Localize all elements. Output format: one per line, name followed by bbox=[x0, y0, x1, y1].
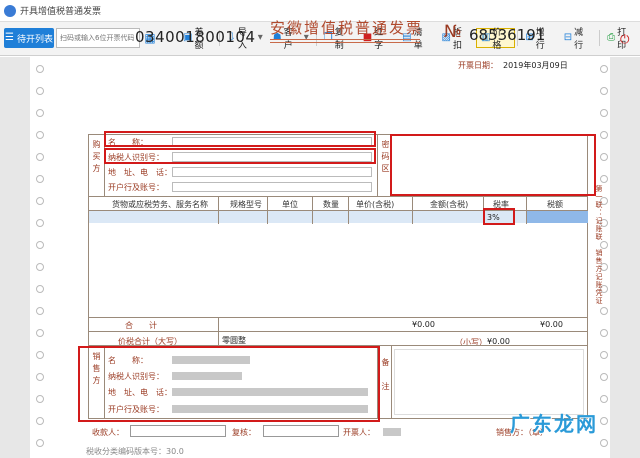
remove-row-icon: ⊟ bbox=[563, 32, 573, 43]
highlight-buyer-taxid bbox=[104, 148, 376, 164]
total-label: 合 计 bbox=[125, 321, 157, 330]
col-unit: 单位 bbox=[282, 200, 298, 209]
tractor-hole bbox=[600, 395, 608, 403]
payee-input[interactable] bbox=[130, 425, 226, 437]
toolbar-divider bbox=[599, 30, 601, 46]
tractor-hole bbox=[36, 307, 44, 315]
tax-code-version: 税收分类编码版本号：30.0 bbox=[86, 447, 184, 456]
col-spec: 规格型号 bbox=[230, 200, 262, 209]
list-icon: ☰ bbox=[5, 32, 14, 43]
divider bbox=[88, 331, 588, 332]
invoice-code: 034001800104 bbox=[135, 28, 256, 46]
buyer-section-label: 购买方 bbox=[92, 140, 101, 176]
tractor-hole bbox=[600, 307, 608, 315]
buyer-address-input[interactable] bbox=[172, 167, 372, 177]
tractor-hole bbox=[36, 153, 44, 161]
left-tractor-holes bbox=[34, 57, 46, 458]
divider bbox=[312, 196, 313, 224]
tractor-hole bbox=[600, 131, 608, 139]
tractor-hole bbox=[36, 263, 44, 271]
divider bbox=[88, 317, 588, 318]
tractor-hole bbox=[600, 351, 608, 359]
divider bbox=[412, 196, 413, 224]
divider bbox=[377, 134, 378, 196]
tractor-hole bbox=[600, 175, 608, 183]
reviewer-input[interactable] bbox=[263, 425, 339, 437]
tractor-hole bbox=[600, 329, 608, 337]
total-amount: ¥0.00 bbox=[412, 320, 435, 329]
tractor-hole bbox=[600, 373, 608, 381]
invoice-title: 安徽增值税普通发票 bbox=[270, 19, 424, 37]
tractor-hole bbox=[36, 109, 44, 117]
tractor-hole bbox=[36, 373, 44, 381]
tractor-hole bbox=[36, 87, 44, 95]
remark-input[interactable] bbox=[394, 349, 584, 415]
pending-list-label: 待开列表 bbox=[16, 34, 53, 45]
remark-label: 备注 bbox=[381, 358, 390, 406]
highlight-seller-info bbox=[78, 346, 380, 422]
divider bbox=[267, 196, 268, 224]
total-tax: ¥0.00 bbox=[540, 320, 563, 329]
site-watermark: 广东龙网 bbox=[510, 412, 598, 436]
tractor-hole bbox=[600, 417, 608, 425]
tractor-hole bbox=[36, 395, 44, 403]
divider bbox=[391, 345, 392, 419]
title-underline bbox=[270, 42, 420, 43]
remove-row-label: 减行 bbox=[574, 28, 584, 51]
tractor-hole bbox=[36, 285, 44, 293]
tractor-hole bbox=[36, 351, 44, 359]
tractor-hole bbox=[36, 65, 44, 73]
divider bbox=[348, 196, 349, 224]
print-icon: ⎙ bbox=[607, 32, 616, 43]
window-title: 开具增值税普通发票 bbox=[20, 7, 102, 17]
invoice-date: 2019年03月09日 bbox=[503, 61, 568, 70]
tractor-hole bbox=[36, 175, 44, 183]
reviewer-label: 复核： bbox=[232, 428, 256, 437]
col-goods-name: 货物或应税劳务、服务名称 bbox=[112, 200, 208, 209]
tractor-hole bbox=[600, 87, 608, 95]
title-underline bbox=[270, 39, 420, 40]
invoice-code-search-input[interactable] bbox=[56, 28, 140, 48]
tractor-hole bbox=[36, 219, 44, 227]
buyer-address-label: 地 址、电 话： bbox=[108, 168, 172, 177]
divider bbox=[218, 317, 219, 345]
tractor-hole bbox=[36, 241, 44, 249]
tractor-hole bbox=[36, 197, 44, 205]
invoice-number-mark: № bbox=[444, 22, 462, 42]
remove-row-button[interactable]: ⊟ 减行 bbox=[559, 28, 597, 51]
tractor-hole bbox=[36, 329, 44, 337]
power-icon[interactable]: ⏻ bbox=[620, 32, 630, 47]
drawer-label: 开票人： bbox=[343, 428, 375, 437]
invoice-number: 68536191 bbox=[469, 26, 546, 44]
divider bbox=[88, 196, 588, 197]
copy-designation: 第一联：记账联 销售方记账凭证 bbox=[595, 185, 603, 305]
tractor-hole bbox=[600, 109, 608, 117]
highlight-buyer-name bbox=[104, 131, 376, 147]
redacted-drawer bbox=[383, 428, 401, 436]
tractor-hole bbox=[36, 439, 44, 447]
tractor-hole bbox=[600, 439, 608, 447]
date-label: 开票日期： bbox=[458, 61, 498, 70]
tractor-hole bbox=[36, 417, 44, 425]
buyer-bank-input[interactable] bbox=[172, 182, 372, 192]
highlight-password-area bbox=[390, 134, 596, 196]
col-unit-price: 单价(含税) bbox=[356, 200, 395, 209]
app-logo-icon bbox=[4, 4, 16, 17]
tractor-hole bbox=[36, 131, 44, 139]
col-tax-amount: 税额 bbox=[547, 200, 563, 209]
payee-label: 收款人： bbox=[92, 428, 124, 437]
chevron-down-icon: ▾ bbox=[257, 32, 263, 43]
tractor-hole bbox=[600, 153, 608, 161]
buyer-bank-label: 开户行及账号： bbox=[108, 183, 164, 192]
col-amount: 金额(含税) bbox=[430, 200, 469, 209]
pending-list-button[interactable]: ☰ 待开列表 bbox=[4, 28, 54, 48]
tax-total-lower-label: （小写） bbox=[455, 338, 487, 347]
selected-tax-cell[interactable] bbox=[526, 211, 588, 223]
col-quantity: 数量 bbox=[323, 200, 339, 209]
divider bbox=[526, 196, 527, 224]
divider bbox=[218, 196, 219, 224]
tractor-hole bbox=[600, 65, 608, 73]
highlight-tax-rate bbox=[483, 208, 515, 225]
